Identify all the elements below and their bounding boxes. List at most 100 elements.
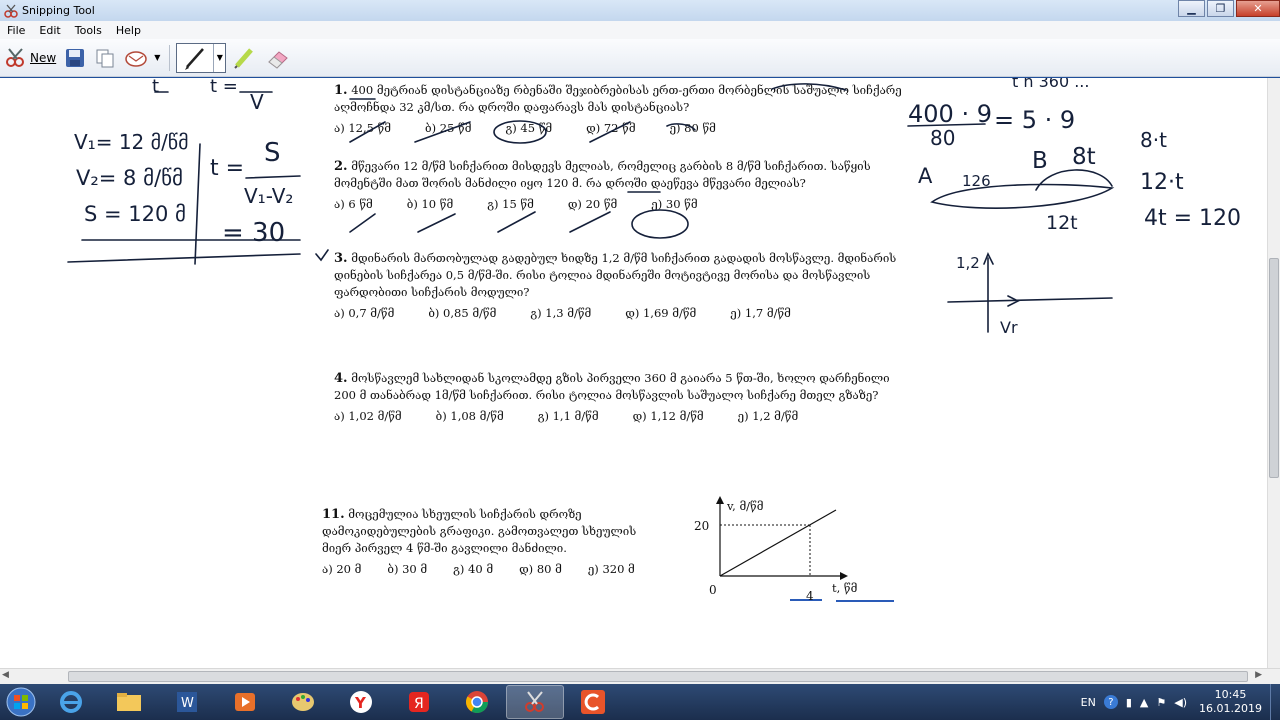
yandex-icon: Y: [350, 691, 372, 713]
note-point-a: A: [918, 164, 933, 188]
note-eq-4t: 4t = 120: [1144, 206, 1242, 231]
menu-tools[interactable]: Tools: [68, 24, 109, 37]
svg-text:Y: Y: [354, 694, 367, 712]
help-icon[interactable]: ?: [1103, 695, 1118, 709]
close-button[interactable]: ✕: [1236, 0, 1280, 17]
new-snip-button[interactable]: New: [2, 44, 59, 72]
window-title: Snipping Tool: [22, 4, 95, 17]
copy-icon: [96, 49, 114, 67]
note-12t: 12t: [1046, 212, 1078, 234]
taskbar-chrome[interactable]: [448, 685, 506, 719]
taskbar-paint[interactable]: [274, 685, 332, 719]
taskbar-word[interactable]: W: [158, 685, 216, 719]
taskbar-app-c[interactable]: [564, 685, 622, 719]
taskbar-yandex-browser[interactable]: Я: [390, 685, 448, 719]
media-player-icon: [235, 693, 255, 711]
language-indicator[interactable]: EN: [1081, 696, 1096, 709]
folder-icon: [117, 693, 141, 711]
snip-canvas[interactable]: 1. 400 მეტრიან დისტანციაზე რბენაში შეჯიბ…: [0, 78, 1267, 668]
new-label: New: [30, 50, 57, 65]
eraser-icon: [268, 50, 289, 69]
scroll-thumb[interactable]: [68, 671, 1248, 682]
taskbar-snipping-tool[interactable]: [506, 685, 564, 719]
taskbar: W Y Я EN ? ▮ ▲ ⚑ ◀) 10:45 16.01.2019: [0, 684, 1280, 720]
save-icon: [66, 48, 85, 67]
note-eq-8t: 8·t: [1140, 128, 1167, 152]
copy-button[interactable]: [91, 44, 119, 72]
underline-mark: [771, 83, 847, 91]
note-fraction-num: 400 · 9: [908, 100, 992, 128]
menu-bar: File Edit Tools Help: [0, 21, 1280, 39]
scroll-right-icon[interactable]: ▶: [1255, 670, 1262, 680]
scissors-icon: [525, 691, 544, 712]
internet-explorer-icon: [60, 691, 82, 713]
title-bar: Snipping Tool ▁ ❐ ✕: [0, 0, 1280, 21]
note-t-eq: t =: [210, 78, 238, 97]
taskbar-ie[interactable]: [42, 685, 100, 719]
note-t: t: [152, 78, 160, 97]
answer-circle: [631, 209, 689, 239]
note-velocity-r: Vr: [1000, 318, 1018, 337]
toolbar: New ▼ ▼: [0, 39, 1280, 77]
note-result: = 30: [222, 218, 286, 248]
highlighter-tool[interactable]: [228, 44, 260, 72]
toolbar-separator: [169, 44, 171, 71]
note-v1: V₁= 12 მ/წმ: [74, 130, 189, 154]
chevron-down-icon[interactable]: ▼: [154, 53, 160, 62]
chevron-up-icon[interactable]: ▲: [1140, 696, 1148, 709]
scroll-left-icon[interactable]: ◀: [2, 670, 9, 680]
divider-line: [67, 253, 301, 263]
strike-mark: [417, 213, 456, 233]
taskbar-explorer[interactable]: [100, 685, 158, 719]
email-icon: [125, 50, 147, 67]
strike-mark: [414, 121, 471, 143]
note-velocity-12: 1,2: [956, 254, 980, 272]
minimize-button[interactable]: ▁: [1178, 0, 1205, 17]
eraser-tool[interactable]: [262, 44, 294, 72]
send-snip-button[interactable]: ▼: [121, 44, 163, 72]
note-v: V: [250, 90, 264, 114]
flag-icon[interactable]: ⚑: [1156, 696, 1166, 709]
start-button[interactable]: [0, 684, 42, 720]
chevron-down-icon[interactable]: ▼: [213, 43, 225, 72]
horizontal-scrollbar[interactable]: ◀ ▶: [0, 668, 1280, 684]
system-tray: EN ? ▮ ▲ ⚑ ◀) 10:45 16.01.2019: [1081, 684, 1280, 720]
strike-mark: [569, 211, 611, 233]
pen-icon: [185, 47, 205, 70]
answer-circle: [493, 120, 547, 144]
note-t-numerator: S: [264, 138, 281, 168]
note-fraction-den: 80: [930, 126, 956, 150]
network-icon[interactable]: ▮: [1126, 696, 1132, 709]
menu-help[interactable]: Help: [109, 24, 148, 37]
strike-mark: [589, 121, 631, 143]
taskbar-yandex[interactable]: Y: [332, 685, 390, 719]
paint-palette-icon: [292, 693, 314, 711]
pen-tool[interactable]: ▼: [176, 42, 227, 73]
strike-mark: [349, 213, 376, 233]
note-v2: V₂= 8 მ/წმ: [76, 166, 183, 190]
menu-file[interactable]: File: [0, 24, 32, 37]
vertical-scrollbar[interactable]: [1267, 78, 1280, 668]
word-icon: W: [177, 692, 197, 712]
save-button[interactable]: [61, 44, 89, 72]
highlighter-icon: [234, 47, 254, 69]
svg-text:Я: Я: [414, 696, 424, 712]
taskbar-media[interactable]: [216, 685, 274, 719]
scissors-icon: [6, 47, 24, 67]
note-point-b: B: [1032, 148, 1048, 174]
clock[interactable]: 10:45 16.01.2019: [1199, 688, 1262, 716]
menu-edit[interactable]: Edit: [32, 24, 67, 37]
c-app-icon: [581, 690, 605, 714]
track-sketch: [930, 183, 1115, 209]
chrome-icon: [466, 691, 488, 713]
note-fraction-eq: = 5 · 9: [994, 106, 1076, 134]
scroll-thumb[interactable]: [1269, 258, 1279, 478]
show-desktop-button[interactable]: [1270, 684, 1280, 720]
strike-mark: [349, 121, 386, 143]
volume-icon[interactable]: ◀): [1174, 696, 1187, 709]
maximize-button[interactable]: ❐: [1207, 0, 1234, 17]
note-t-formula: t =: [210, 156, 245, 181]
fraction-line: [245, 175, 301, 179]
clock-time: 10:45: [1214, 688, 1247, 701]
divider-line: [194, 143, 201, 265]
